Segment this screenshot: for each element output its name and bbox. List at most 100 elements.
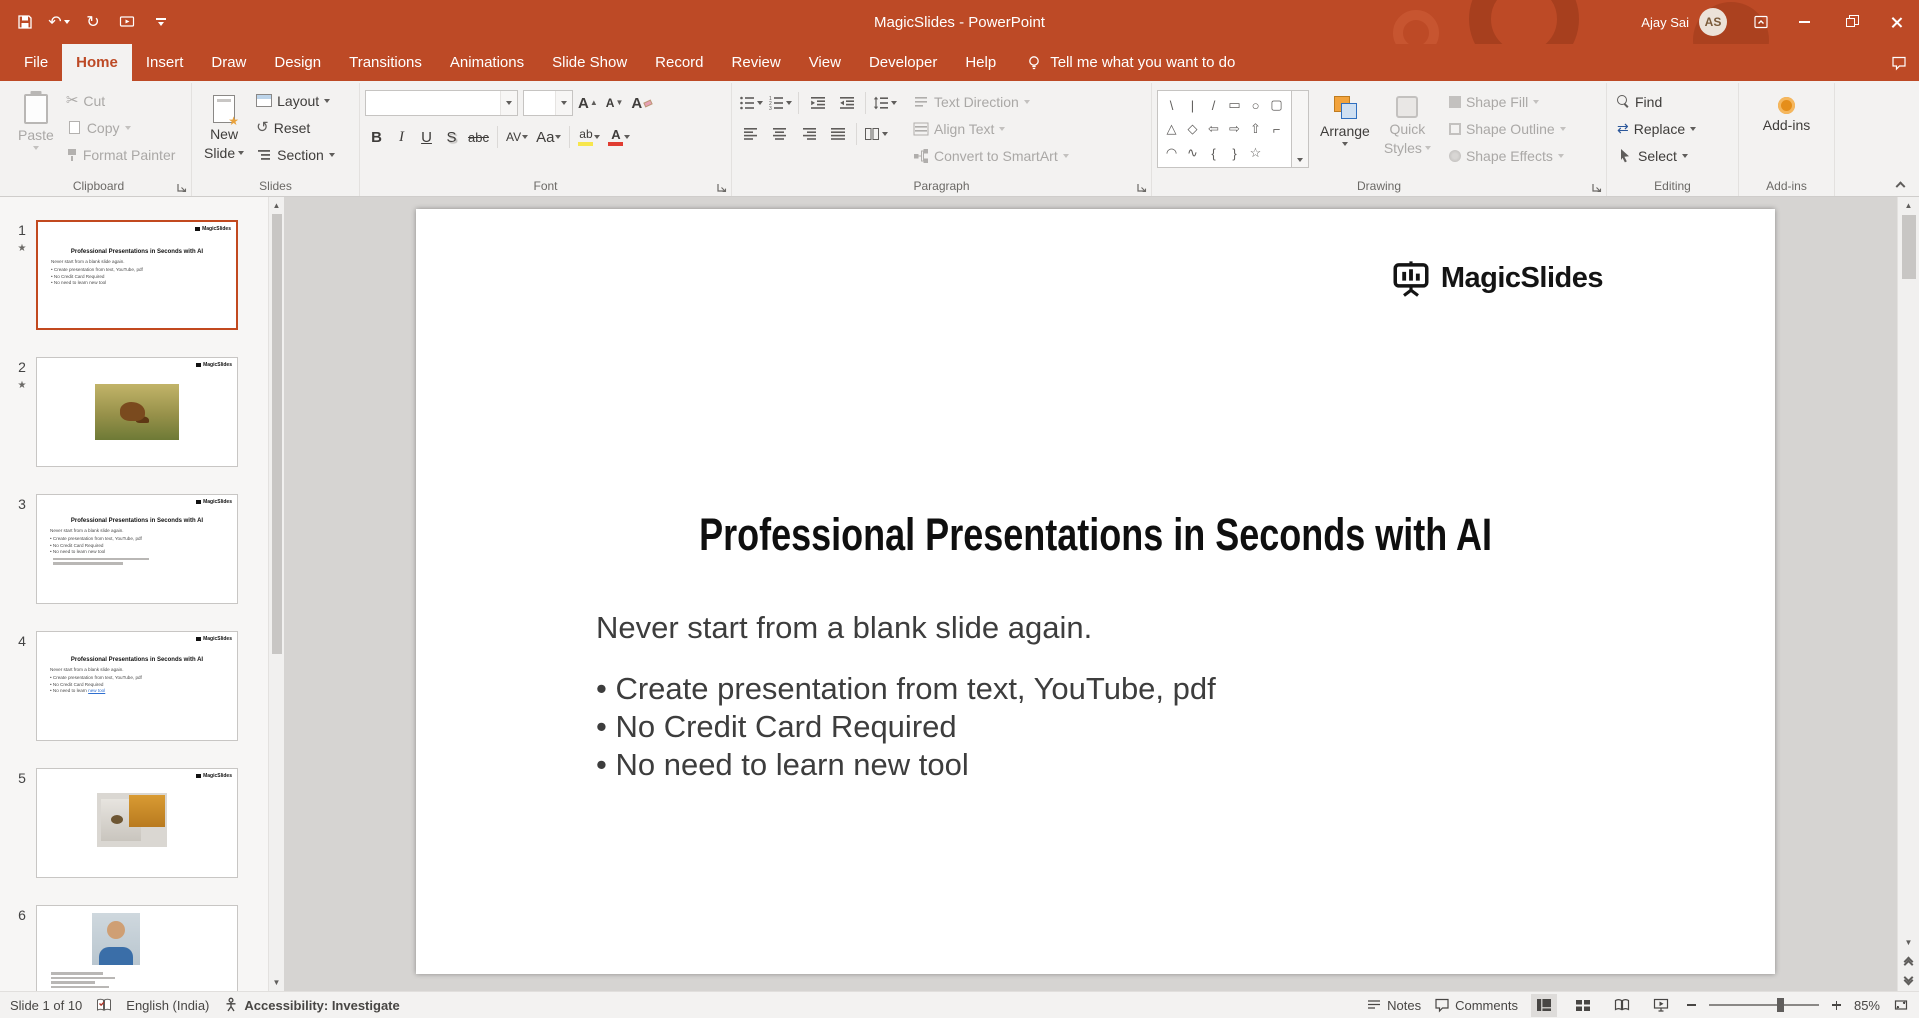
- find-button[interactable]: Find: [1612, 88, 1701, 115]
- shape-option[interactable]: ⌐: [1266, 117, 1287, 141]
- new-slide-button[interactable]: New Slide: [197, 87, 251, 165]
- thumbnail-page[interactable]: MagicSlides Professional Presentations i…: [36, 220, 238, 330]
- notes-button[interactable]: Notes: [1366, 997, 1421, 1013]
- shape-option[interactable]: }: [1224, 141, 1245, 165]
- slide-sorter-view-button[interactable]: [1570, 994, 1596, 1017]
- tab-slide-show[interactable]: Slide Show: [538, 44, 641, 81]
- thumbnail-page[interactable]: MagicSlides: [36, 768, 238, 878]
- spell-check-button[interactable]: [96, 997, 112, 1013]
- tab-insert[interactable]: Insert: [132, 44, 198, 81]
- highlight-color-button[interactable]: ab: [575, 124, 603, 150]
- shapes-gallery-more[interactable]: [1291, 91, 1308, 167]
- select-button[interactable]: Select: [1612, 142, 1701, 169]
- start-from-beginning-icon[interactable]: [112, 6, 142, 38]
- restore-button[interactable]: [1827, 0, 1873, 44]
- shape-option[interactable]: ◇: [1182, 117, 1203, 141]
- shape-option[interactable]: △: [1161, 117, 1182, 141]
- tab-view[interactable]: View: [795, 44, 855, 81]
- close-button[interactable]: [1873, 0, 1919, 44]
- scroll-down-arrow[interactable]: ▼: [269, 974, 284, 991]
- ribbon-display-options-icon[interactable]: [1741, 0, 1781, 44]
- bold-button[interactable]: B: [365, 124, 388, 150]
- font-name-dropdown[interactable]: [500, 91, 517, 115]
- italic-button[interactable]: I: [390, 124, 413, 150]
- line-spacing-button[interactable]: [871, 90, 898, 116]
- zoom-slider-thumb[interactable]: [1777, 998, 1785, 1012]
- shape-option[interactable]: ◠: [1161, 141, 1182, 165]
- tab-design[interactable]: Design: [260, 44, 335, 81]
- align-center-button[interactable]: [766, 121, 793, 147]
- justify-button[interactable]: [824, 121, 851, 147]
- columns-button[interactable]: [862, 121, 889, 147]
- underline-button[interactable]: U: [415, 124, 438, 150]
- shape-option[interactable]: /: [1203, 93, 1224, 117]
- zoom-slider[interactable]: [1708, 998, 1819, 1012]
- font-name-combo[interactable]: [365, 90, 518, 116]
- reset-button[interactable]: ↺ Reset: [251, 114, 340, 141]
- thumbnail-page[interactable]: MagicSlides Professional Presentations i…: [36, 494, 238, 604]
- arrange-button[interactable]: Arrange: [1313, 87, 1377, 150]
- increase-font-size-button[interactable]: A ▲: [575, 90, 601, 116]
- shape-option[interactable]: ⇦: [1203, 117, 1224, 141]
- text-shadow-button[interactable]: S: [440, 124, 463, 150]
- collapse-ribbon-button[interactable]: [1891, 175, 1909, 191]
- scrollbar-thumb[interactable]: [271, 214, 282, 654]
- shape-option[interactable]: ☆: [1245, 141, 1266, 165]
- comment-bubble-icon[interactable]: [1891, 55, 1907, 71]
- section-button[interactable]: Section: [251, 141, 340, 168]
- shape-option[interactable]: ∿: [1182, 141, 1203, 165]
- shape-option[interactable]: ▢: [1266, 93, 1287, 117]
- fit-to-window-button[interactable]: [1893, 997, 1909, 1013]
- replace-button[interactable]: ⇄ Replace: [1612, 115, 1701, 142]
- next-slide-button[interactable]: [1898, 971, 1919, 991]
- increase-indent-button[interactable]: [833, 90, 860, 116]
- scroll-down-arrow[interactable]: ▼: [1898, 934, 1919, 951]
- shape-option[interactable]: ⇨: [1224, 117, 1245, 141]
- tell-me-box[interactable]: Tell me what you want to do: [1026, 44, 1235, 81]
- tab-home[interactable]: Home: [62, 44, 132, 81]
- change-case-button[interactable]: Aa: [533, 124, 564, 150]
- redo-icon[interactable]: ↻: [78, 6, 108, 38]
- normal-view-button[interactable]: [1530, 993, 1557, 1017]
- zoom-in-button[interactable]: [1831, 1000, 1841, 1010]
- character-spacing-button[interactable]: AV: [503, 124, 531, 150]
- strikethrough-button[interactable]: abc: [465, 124, 492, 150]
- align-left-button[interactable]: [737, 121, 764, 147]
- thumbnail-page[interactable]: [36, 905, 238, 991]
- font-color-button[interactable]: A: [605, 124, 633, 150]
- scrollbar-thumb[interactable]: [1901, 215, 1916, 279]
- slide-title[interactable]: Professional Presentations in Seconds wi…: [416, 509, 1775, 561]
- decrease-indent-button[interactable]: [804, 90, 831, 116]
- accessibility-button[interactable]: Accessibility: Investigate: [223, 997, 400, 1013]
- bullets-button[interactable]: [737, 90, 764, 116]
- slide-body-text[interactable]: Never start from a blank slide again. • …: [596, 609, 1216, 784]
- font-size-combo[interactable]: [523, 90, 573, 116]
- layout-button[interactable]: Layout: [251, 87, 340, 114]
- language-button[interactable]: English (India): [126, 998, 209, 1013]
- shape-option[interactable]: ⇧: [1245, 117, 1266, 141]
- shape-option[interactable]: \: [1161, 93, 1182, 117]
- reading-view-button[interactable]: [1609, 994, 1635, 1017]
- clear-formatting-button[interactable]: A: [628, 90, 655, 116]
- tab-help[interactable]: Help: [951, 44, 1010, 81]
- current-slide[interactable]: MagicSlides Professional Presentations i…: [416, 209, 1775, 974]
- tab-file[interactable]: File: [10, 44, 62, 81]
- shape-option[interactable]: ▭: [1224, 93, 1245, 117]
- undo-icon[interactable]: ↶: [44, 6, 74, 38]
- scroll-up-arrow[interactable]: ▲: [269, 197, 284, 214]
- shape-option[interactable]: |: [1182, 93, 1203, 117]
- slide-show-button[interactable]: [1648, 994, 1674, 1017]
- font-size-dropdown[interactable]: [555, 91, 572, 115]
- tab-developer[interactable]: Developer: [855, 44, 951, 81]
- tab-draw[interactable]: Draw: [197, 44, 260, 81]
- zoom-level[interactable]: 85%: [1854, 998, 1880, 1013]
- numbering-button[interactable]: 123: [766, 90, 793, 116]
- tab-transitions[interactable]: Transitions: [335, 44, 436, 81]
- tab-animations[interactable]: Animations: [436, 44, 538, 81]
- user-name[interactable]: Ajay Sai: [1641, 15, 1689, 30]
- magicslides-logo[interactable]: MagicSlides: [1390, 257, 1604, 299]
- customize-qat-icon[interactable]: [146, 6, 176, 38]
- tab-review[interactable]: Review: [718, 44, 795, 81]
- align-right-button[interactable]: [795, 121, 822, 147]
- zoom-out-button[interactable]: [1686, 1004, 1696, 1006]
